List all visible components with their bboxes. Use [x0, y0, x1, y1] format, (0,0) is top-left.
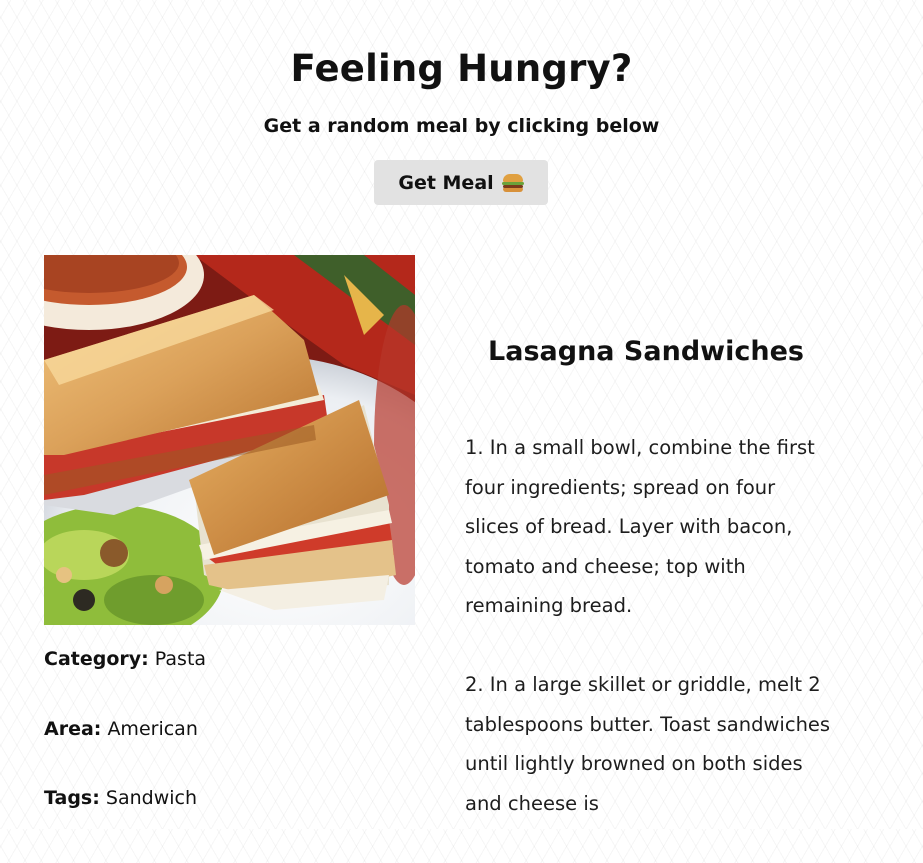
meal-area: Area: American [44, 718, 198, 740]
instruction-step: 2. In a large skillet or griddle, melt 2… [465, 673, 831, 815]
meal-tags-label: Tags: [44, 787, 100, 809]
meal-area-value: American [107, 718, 198, 740]
meal-image [44, 255, 415, 625]
meal-category: Category: Pasta [44, 648, 206, 670]
instruction-step: 1. In a small bowl, combine the first fo… [465, 436, 815, 617]
meal-tags: Tags: Sandwich [44, 787, 197, 809]
page-subtitle: Get a random meal by clicking below [263, 115, 660, 137]
get-meal-button[interactable]: Get Meal [374, 160, 548, 205]
meal-category-label: Category: [44, 648, 149, 670]
meal-instructions: 1. In a small bowl, combine the first fo… [465, 428, 835, 863]
hamburger-icon [501, 173, 524, 192]
meal-tags-value: Sandwich [105, 787, 198, 809]
meal-name: Lasagna Sandwiches [488, 336, 804, 367]
meal-area-label: Area: [44, 718, 102, 740]
meal-category-value: Pasta [154, 648, 207, 670]
page-title: Feeling Hungry? [290, 47, 633, 90]
get-meal-button-label: Get Meal [398, 171, 494, 194]
